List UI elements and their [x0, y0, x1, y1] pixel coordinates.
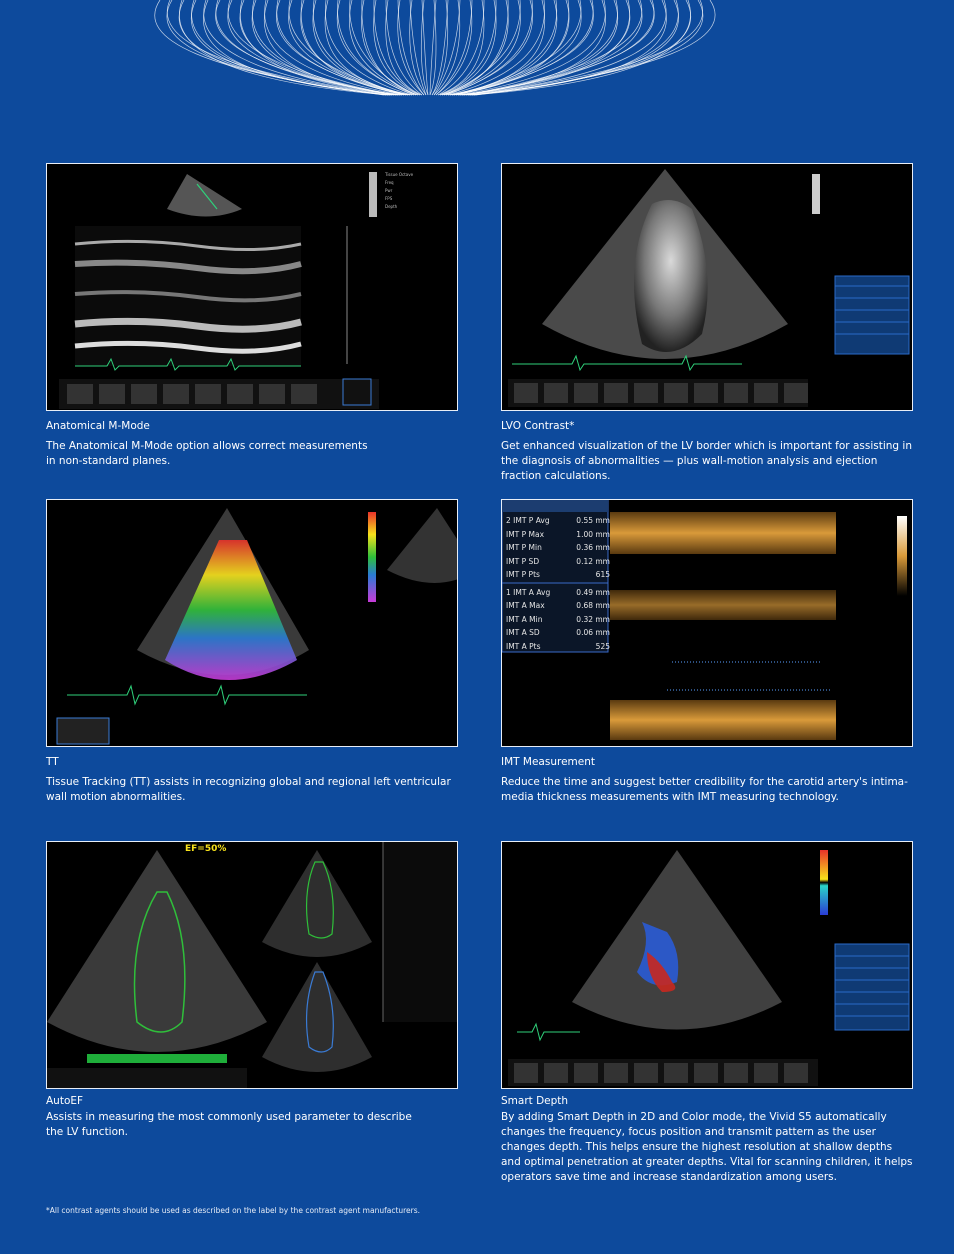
imt-row: 1 IMT A Avg 0.49 mm — [506, 586, 610, 600]
mmode-ultrasound-image: Tissue Octave Freq Pwr FPS Depth — [46, 163, 458, 411]
imt-row-label: IMT A SD — [506, 628, 540, 637]
panel-imt-measurement: 2 IMT P Avg 0.55 mm IMT P Max 1.00 mm IMT P … — [501, 499, 913, 805]
svg-text:Tissue Octave: Tissue Octave — [384, 172, 414, 177]
imt-row-value: 0.55 mm — [576, 516, 610, 525]
imt-row: IMT P Max 1.00 mm — [506, 528, 610, 542]
imt-row: IMT P Pts 615 — [506, 568, 610, 582]
imt-row: IMT A SD 0.06 mm — [506, 626, 610, 640]
panel-title: LVO Contrast* — [501, 420, 575, 432]
imt-row-value: 525 — [595, 641, 610, 651]
imt-row-value: 0.32 mm — [576, 614, 610, 624]
panel-autoef: EF=50% AutoEF Assists in measuring the m… — [46, 841, 458, 1140]
panel-anatomical-m-mode: Tissue Octave Freq Pwr FPS Depth Anatomical … — [46, 163, 458, 469]
imt-row: IMT A Pts 525 — [506, 640, 610, 654]
decorative-arc-graphic — [154, 0, 716, 96]
imt-row: IMT P SD 0.12 mm — [506, 555, 610, 569]
panel-title: IMT Measurement — [501, 756, 595, 768]
panel-title: TT — [46, 756, 59, 768]
autoef-ultrasound-image: EF=50% — [46, 841, 458, 1089]
imt-row-value: 0.68 mm — [576, 601, 610, 610]
panel-title: Smart Depth — [501, 1095, 569, 1107]
footnote: *All contrast agents should be used as d… — [46, 1206, 421, 1215]
svg-text:Depth: Depth — [385, 204, 398, 209]
svg-text:Freq: Freq — [385, 180, 394, 185]
imt-results-table: 2 IMT P Avg 0.55 mm IMT P Max 1.00 mm IMT P … — [506, 514, 610, 653]
imt-row-label: IMT A Max — [506, 601, 545, 610]
panel-description: By adding Smart Depth in 2D and Color mo… — [501, 1111, 913, 1183]
svg-text:FPS: FPS — [385, 196, 393, 201]
imt-row-value: 0.49 mm — [576, 587, 610, 597]
panel-description: Reduce the time and suggest better credi… — [501, 776, 908, 803]
imt-row-value: 0.36 mm — [576, 543, 610, 552]
imt-row-label: IMT P Pts — [506, 570, 540, 579]
panel-smart-depth: Smart Depth By adding Smart Depth in 2D … — [501, 841, 913, 1185]
imt-row: 2 IMT P Avg 0.55 mm — [506, 514, 610, 528]
lvo-contrast-ultrasound-image — [501, 163, 913, 411]
imt-row-label: 1 IMT A Avg — [506, 587, 551, 597]
imt-row: IMT P Min 0.36 mm — [506, 541, 610, 555]
imt-row-label: IMT P SD — [506, 556, 540, 566]
panel-description: Assists in measuring the most commonly u… — [46, 1111, 412, 1138]
ef-value-label: EF=50% — [185, 844, 227, 854]
panel-title: AutoEF — [46, 1095, 84, 1107]
imt-row-value: 1.00 mm — [576, 529, 610, 539]
imt-row-value: 615 — [595, 570, 610, 579]
panel-lvo-contrast: LVO Contrast* Get enhanced visualization… — [501, 163, 913, 484]
imt-row-label: IMT P Max — [506, 529, 545, 539]
smart-depth-ultrasound-image — [501, 841, 913, 1089]
imt-row-label: 2 IMT P Avg — [506, 516, 550, 525]
imt-row: IMT A Max 0.68 mm — [506, 599, 610, 613]
imt-row-label: IMT A Pts — [506, 641, 541, 651]
imt-row-label: IMT A Min — [506, 614, 543, 624]
imt-row-label: IMT P Min — [506, 543, 542, 552]
imt-row: IMT A Min 0.32 mm — [506, 613, 610, 627]
panel-description: Get enhanced visualization of the LV bor… — [501, 440, 912, 482]
imt-row-value: 0.06 mm — [576, 628, 610, 637]
imt-ultrasound-image: 2 IMT P Avg 0.55 mm IMT P Max 1.00 mm IMT P … — [501, 499, 913, 747]
panel-tissue-tracking: TT Tissue Tracking (TT) assists in recog… — [46, 499, 458, 805]
panel-title: Anatomical M-Mode — [46, 420, 150, 432]
imt-row-value: 0.12 mm — [576, 556, 610, 566]
panel-description: Tissue Tracking (TT) assists in recogniz… — [46, 776, 451, 803]
svg-text:Pwr: Pwr — [385, 188, 393, 193]
tissue-tracking-ultrasound-image — [46, 499, 458, 747]
panel-description: The Anatomical M-Mode option allows corr… — [46, 440, 368, 467]
